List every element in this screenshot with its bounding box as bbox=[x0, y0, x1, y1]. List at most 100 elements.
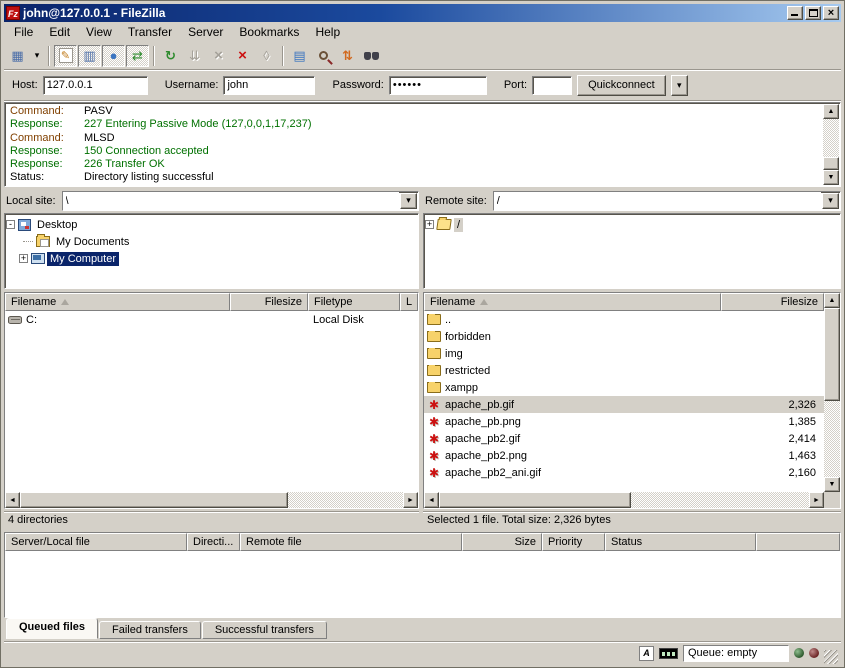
transfer-type-icon[interactable]: A bbox=[639, 646, 654, 661]
search-button[interactable] bbox=[360, 45, 383, 67]
scroll-thumb[interactable] bbox=[823, 157, 839, 170]
reconnect-button[interactable]: ◊ bbox=[255, 45, 278, 67]
column-header-filesize[interactable]: Filesize bbox=[230, 293, 308, 311]
file-row[interactable]: img bbox=[424, 345, 824, 362]
local-site-input[interactable] bbox=[63, 192, 399, 210]
toggle-message-log-button[interactable]: ✎ bbox=[54, 45, 77, 67]
local-site-dropdown-button[interactable]: ▾ bbox=[400, 193, 417, 209]
scroll-track[interactable] bbox=[20, 492, 403, 508]
close-button[interactable]: × bbox=[823, 6, 839, 20]
file-row[interactable]: ✱apache_pb2.png1,463 bbox=[424, 447, 824, 464]
column-header-filetype[interactable]: Filetype bbox=[308, 293, 400, 311]
port-input[interactable] bbox=[532, 76, 572, 95]
scroll-up-button[interactable]: ▲ bbox=[824, 293, 840, 308]
username-label: Username: bbox=[165, 79, 219, 91]
scroll-track[interactable] bbox=[439, 492, 809, 508]
site-manager-icon: ▦ bbox=[11, 48, 23, 64]
remote-site-row: Remote site: ▾ bbox=[423, 190, 841, 211]
directory-comparison-button[interactable] bbox=[312, 45, 335, 67]
menu-server[interactable]: Server bbox=[180, 23, 231, 41]
scroll-left-button[interactable]: ◄ bbox=[424, 492, 439, 508]
menu-edit[interactable]: Edit bbox=[41, 23, 78, 41]
filename-label: restricted bbox=[445, 365, 490, 377]
filesize-label: 2,160 bbox=[729, 467, 824, 479]
toggle-local-tree-button[interactable]: ▥ bbox=[78, 45, 101, 67]
file-row[interactable]: ✱apache_pb2_ani.gif2,160 bbox=[424, 464, 824, 481]
menu-view[interactable]: View bbox=[78, 23, 120, 41]
column-header-filename[interactable]: Filename bbox=[5, 293, 230, 311]
image-file-icon: ✱ bbox=[427, 433, 441, 445]
log-scrollbar[interactable]: ▲ ▼ bbox=[823, 104, 839, 185]
menu-transfer[interactable]: Transfer bbox=[120, 23, 180, 41]
file-row[interactable]: forbidden bbox=[424, 328, 824, 345]
file-row-c-drive[interactable]: C: Local Disk bbox=[5, 311, 418, 328]
local-list-header: Filename Filesize Filetype L bbox=[5, 293, 418, 311]
tree-item-desktop[interactable]: - Desktop bbox=[6, 216, 417, 233]
remote-site-dropdown-button[interactable]: ▾ bbox=[822, 193, 839, 209]
scroll-track[interactable] bbox=[823, 119, 839, 170]
remote-vertical-scrollbar[interactable]: ▲ ▼ bbox=[824, 293, 840, 508]
menu-file[interactable]: File bbox=[6, 23, 41, 41]
scroll-track[interactable] bbox=[824, 308, 840, 477]
tab-queued-files[interactable]: Queued files bbox=[6, 618, 98, 639]
column-header-direction[interactable]: Directi... bbox=[187, 533, 240, 551]
column-header-server-local-file[interactable]: Server/Local file bbox=[5, 533, 187, 551]
sync-browsing-button[interactable]: ⇅ bbox=[336, 45, 359, 67]
tree-item-my-computer[interactable]: + My Computer bbox=[6, 250, 417, 267]
expand-icon[interactable]: + bbox=[425, 220, 434, 229]
scroll-down-button[interactable]: ▼ bbox=[823, 170, 839, 185]
scroll-thumb[interactable] bbox=[824, 308, 840, 401]
minimize-button[interactable] bbox=[787, 6, 803, 20]
quickconnect-dropdown-button[interactable]: ▾ bbox=[671, 75, 688, 96]
file-row[interactable]: restricted bbox=[424, 362, 824, 379]
password-input[interactable] bbox=[389, 76, 487, 95]
filter-button[interactable]: ▤ bbox=[288, 45, 311, 67]
toggle-transfer-queue-button[interactable]: ⇄ bbox=[126, 45, 149, 67]
refresh-button[interactable]: ↻ bbox=[159, 45, 182, 67]
menu-bookmarks[interactable]: Bookmarks bbox=[231, 23, 307, 41]
scroll-down-button[interactable]: ▼ bbox=[824, 477, 840, 492]
host-input[interactable] bbox=[43, 76, 148, 95]
scroll-up-button[interactable]: ▲ bbox=[823, 104, 839, 119]
quickconnect-button[interactable]: Quickconnect bbox=[577, 75, 666, 96]
scroll-thumb[interactable] bbox=[439, 492, 631, 508]
local-horizontal-scrollbar[interactable]: ◄ ► bbox=[5, 492, 418, 508]
tab-failed-transfers[interactable]: Failed transfers bbox=[99, 621, 201, 639]
remote-site-input[interactable] bbox=[494, 192, 821, 210]
resize-grip[interactable] bbox=[824, 650, 838, 664]
collapse-icon[interactable]: - bbox=[6, 220, 15, 229]
chevron-down-icon: ▾ bbox=[35, 50, 40, 61]
expand-icon[interactable]: + bbox=[19, 254, 28, 263]
process-queue-button[interactable]: ⇊ bbox=[183, 45, 206, 67]
tree-item-my-documents[interactable]: My Documents bbox=[6, 233, 417, 250]
file-row[interactable]: .. bbox=[424, 311, 824, 328]
speed-limit-icon[interactable] bbox=[659, 648, 678, 659]
scroll-left-button[interactable]: ◄ bbox=[5, 492, 20, 508]
file-row-selected[interactable]: ✱apache_pb.gif2,326 bbox=[424, 396, 824, 413]
site-manager-button[interactable]: ▦ bbox=[6, 45, 29, 67]
column-header-status[interactable]: Status bbox=[605, 533, 756, 551]
maximize-button[interactable] bbox=[805, 6, 821, 20]
menu-help[interactable]: Help bbox=[307, 23, 348, 41]
tree-item-root[interactable]: + / bbox=[425, 216, 839, 233]
disconnect-button[interactable]: × bbox=[231, 45, 254, 67]
column-header-filename[interactable]: Filename bbox=[424, 293, 721, 311]
column-label: Remote file bbox=[246, 536, 302, 548]
column-header-last-modified[interactable]: L bbox=[400, 293, 418, 311]
column-header-filesize[interactable]: Filesize bbox=[721, 293, 824, 311]
file-row[interactable]: xampp bbox=[424, 379, 824, 396]
cancel-button[interactable]: × bbox=[207, 45, 230, 67]
column-header-size[interactable]: Size bbox=[462, 533, 542, 551]
toggle-remote-tree-button[interactable]: ● bbox=[102, 45, 125, 67]
scroll-right-button[interactable]: ► bbox=[403, 492, 418, 508]
tab-successful-transfers[interactable]: Successful transfers bbox=[202, 621, 327, 639]
scroll-right-button[interactable]: ► bbox=[809, 492, 824, 508]
file-row[interactable]: ✱apache_pb.png1,385 bbox=[424, 413, 824, 430]
file-row[interactable]: ✱apache_pb2.gif2,414 bbox=[424, 430, 824, 447]
username-input[interactable] bbox=[223, 76, 315, 95]
site-manager-dropdown-button[interactable]: ▾ bbox=[30, 45, 44, 67]
remote-horizontal-scrollbar[interactable]: ◄ ► bbox=[424, 492, 824, 508]
column-header-priority[interactable]: Priority bbox=[542, 533, 605, 551]
column-header-remote-file[interactable]: Remote file bbox=[240, 533, 462, 551]
scroll-thumb[interactable] bbox=[20, 492, 288, 508]
